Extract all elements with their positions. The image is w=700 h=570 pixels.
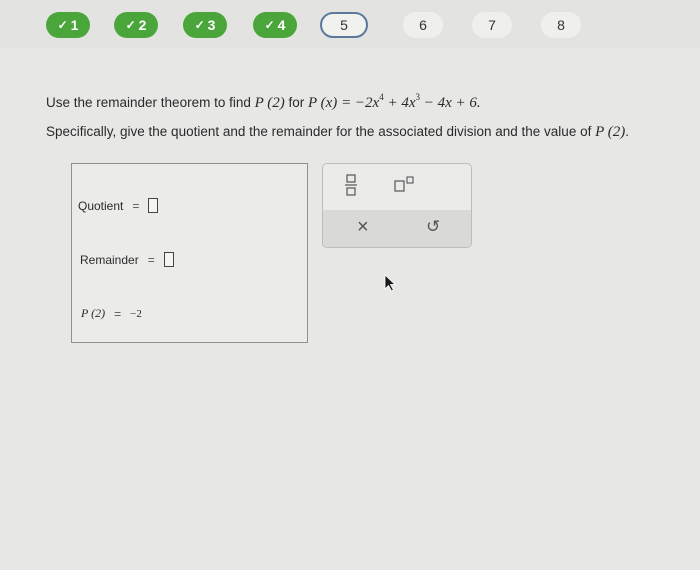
step-label: 6 bbox=[419, 17, 427, 33]
answer-box: Quotient = Remainder = P (2) = −2 bbox=[71, 163, 308, 343]
quotient-label: Quotient bbox=[78, 198, 124, 213]
math-term-rest: − 4x + 6. bbox=[420, 95, 481, 111]
question-instructions: Specifically, give the quotient and the … bbox=[46, 124, 629, 141]
step-5-button[interactable]: 5 bbox=[320, 12, 368, 38]
exponent-icon[interactable] bbox=[394, 176, 414, 197]
step-2-button[interactable]: ✓ 2 bbox=[114, 12, 158, 38]
equals-sign: = bbox=[132, 198, 140, 213]
remainder-label: Remainder bbox=[80, 252, 139, 267]
step-1-button[interactable]: ✓ 1 bbox=[46, 12, 90, 38]
step-3-button[interactable]: ✓ 3 bbox=[183, 12, 227, 38]
question-prefix: Use the remainder theorem to find bbox=[46, 95, 255, 110]
equals-sign: = bbox=[147, 252, 155, 267]
step-label: 4 bbox=[277, 17, 286, 33]
tool-action-bar: × ↺ bbox=[323, 210, 471, 247]
math-p-of-2: P (2) bbox=[595, 124, 626, 140]
step-label: 8 bbox=[557, 17, 565, 33]
quotient-row: Quotient = bbox=[78, 198, 159, 213]
step-label: 1 bbox=[70, 17, 79, 33]
step-label: 7 bbox=[488, 17, 496, 33]
remainder-input[interactable] bbox=[163, 252, 174, 267]
p-of-2-input[interactable]: −2 bbox=[130, 308, 142, 320]
remainder-row: Remainder = bbox=[80, 252, 174, 267]
math-term-2: + 4x bbox=[383, 95, 416, 111]
step-7-button[interactable]: 7 bbox=[472, 12, 512, 38]
instructions-text: Specifically, give the quotient and the … bbox=[46, 124, 596, 139]
math-p-of-2: P (2) bbox=[254, 95, 285, 111]
check-icon: ✓ bbox=[125, 18, 136, 32]
equals-sign: = bbox=[114, 306, 122, 321]
quotient-input[interactable] bbox=[148, 198, 159, 213]
clear-icon[interactable]: × bbox=[357, 216, 369, 239]
math-p-of-x: P (x) bbox=[308, 95, 338, 111]
math-term-1: = −2x bbox=[337, 95, 380, 111]
p-of-2-row: P (2) = −2 bbox=[81, 306, 142, 321]
question-text: Use the remainder theorem to find P (2) … bbox=[46, 92, 481, 112]
step-label: 2 bbox=[138, 17, 147, 33]
step-label: 3 bbox=[207, 17, 216, 33]
step-8-button[interactable]: 8 bbox=[541, 12, 581, 38]
p-of-2-label: P (2) bbox=[81, 306, 106, 320]
check-icon: ✓ bbox=[57, 18, 68, 32]
question-for: for bbox=[284, 95, 309, 110]
step-6-button[interactable]: 6 bbox=[403, 12, 443, 38]
step-label: 5 bbox=[340, 17, 348, 33]
instructions-end: . bbox=[625, 124, 629, 139]
check-icon: ✓ bbox=[194, 18, 205, 32]
step-4-button[interactable]: ✓ 4 bbox=[253, 12, 297, 38]
fraction-icon[interactable] bbox=[345, 174, 357, 201]
undo-icon[interactable]: ↺ bbox=[426, 217, 440, 237]
mouse-cursor-icon bbox=[384, 274, 397, 292]
check-icon: ✓ bbox=[264, 18, 275, 32]
math-tool-panel: × ↺ bbox=[322, 163, 472, 248]
